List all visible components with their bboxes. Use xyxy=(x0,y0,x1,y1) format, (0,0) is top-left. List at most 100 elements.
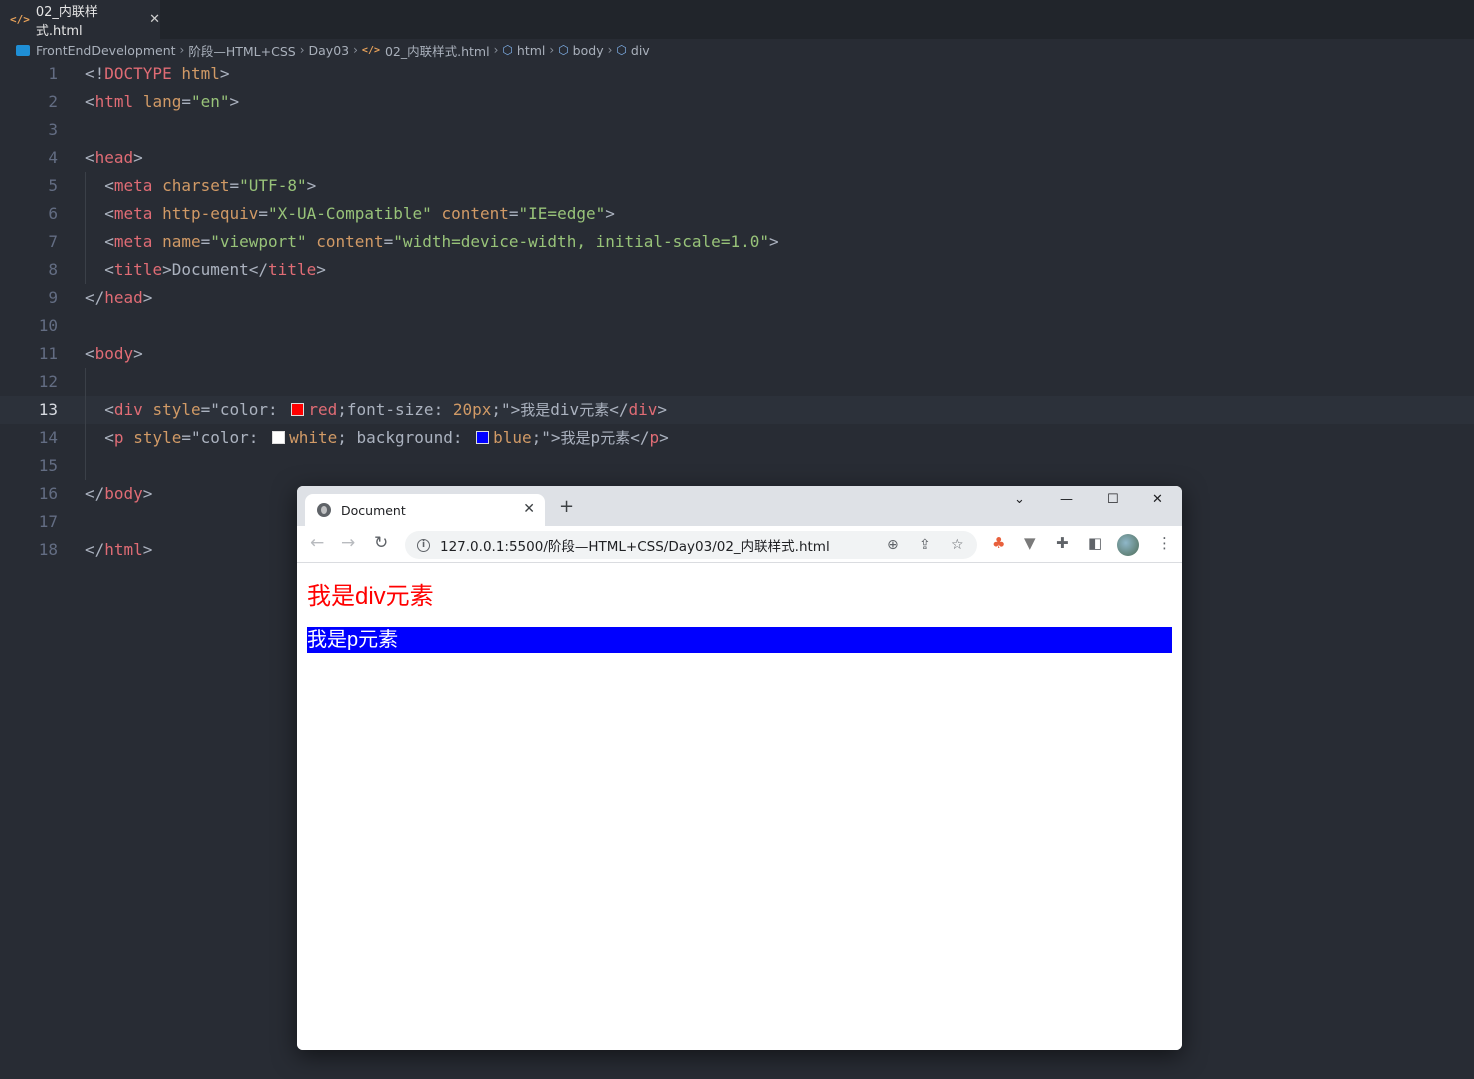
new-tab-button[interactable]: + xyxy=(559,498,574,516)
line-number: 6 xyxy=(48,204,58,223)
code-line[interactable]: 5 <meta charset="UTF-8"> xyxy=(0,172,1474,200)
code-line[interactable]: 1 <!DOCTYPE html> xyxy=(0,60,1474,88)
code-line[interactable]: 2 <html lang="en"> xyxy=(0,88,1474,116)
side-panel-icon[interactable]: ◧ xyxy=(1088,535,1102,551)
maximize-button[interactable]: ☐ xyxy=(1107,492,1119,507)
page-viewport: 我是div元素 我是p元素 xyxy=(297,564,1182,1050)
url-text: 127.0.0.1:5500/阶段—HTML+CSS/Day03/02_内联样式… xyxy=(440,539,830,555)
close-tab-icon[interactable]: ✕ xyxy=(523,501,535,517)
code-text: <div style="color: red;font-size: 20px;"… xyxy=(104,400,668,419)
code-line[interactable]: 11 <body> xyxy=(0,340,1474,368)
breadcrumb-item[interactable]: FrontEndDevelopment xyxy=(36,43,176,58)
html-file-icon: </> xyxy=(361,44,380,56)
browser-tab[interactable]: Document ✕ xyxy=(305,494,545,526)
code-text: <meta charset="UTF-8"> xyxy=(104,176,317,195)
line-number: 11 xyxy=(38,344,58,363)
line-number: 18 xyxy=(38,540,58,559)
back-button[interactable]: ← xyxy=(310,534,324,552)
code-line[interactable]: 8 <title>Document</title> xyxy=(0,256,1474,284)
code-line[interactable]: 14 <p style="color: white; background: b… xyxy=(0,424,1474,452)
breadcrumb-item[interactable]: div xyxy=(631,43,650,58)
element-icon: ⬡ xyxy=(502,43,513,57)
bookmark-star-icon[interactable]: ☆ xyxy=(951,537,964,553)
chevron-right-icon: › xyxy=(299,43,305,57)
editor-tab[interactable]: </> 02_内联样式.html ✕ xyxy=(0,0,160,39)
browser-tab-title: Document xyxy=(341,502,406,518)
code-text: <meta name="viewport" content="width=dev… xyxy=(104,232,779,251)
line-number: 9 xyxy=(48,288,58,307)
forward-button[interactable]: → xyxy=(341,534,355,552)
color-swatch[interactable] xyxy=(476,431,490,444)
code-line[interactable]: 7 <meta name="viewport" content="width=d… xyxy=(0,228,1474,256)
reload-button[interactable]: ↻ xyxy=(374,534,388,552)
line-number: 5 xyxy=(48,176,58,195)
folder-icon xyxy=(16,44,30,56)
code-line[interactable]: 12 xyxy=(0,368,1474,396)
color-swatch[interactable] xyxy=(291,403,305,416)
code-line[interactable]: 3 xyxy=(0,116,1474,144)
line-number: 14 xyxy=(38,428,58,447)
code-text: </head> xyxy=(85,288,153,307)
vue-devtools-icon[interactable]: ▼ xyxy=(1024,535,1036,551)
code-line[interactable]: 15 xyxy=(0,452,1474,480)
close-icon[interactable]: ✕ xyxy=(149,12,160,27)
breadcrumb-item[interactable]: html xyxy=(517,43,545,58)
line-number: 15 xyxy=(38,456,58,475)
more-menu-icon[interactable]: ⋮ xyxy=(1157,535,1172,551)
line-number: 12 xyxy=(38,372,58,391)
line-number: 4 xyxy=(48,148,58,167)
code-text: <html lang="en"> xyxy=(85,92,240,111)
element-icon: ⬡ xyxy=(558,43,569,57)
line-number: 8 xyxy=(48,260,58,279)
line-number: 2 xyxy=(48,92,58,111)
zoom-icon[interactable]: ⊕ xyxy=(887,537,899,553)
breadcrumb-item[interactable]: 阶段—HTML+CSS xyxy=(188,41,295,60)
html-file-icon: </> xyxy=(10,13,30,26)
extension-icon[interactable]: ♣ xyxy=(992,535,1005,551)
info-icon[interactable]: i xyxy=(417,538,430,552)
breadcrumb-item[interactable]: body xyxy=(573,43,604,58)
indent-guide xyxy=(85,368,86,396)
chevron-right-icon: › xyxy=(493,43,499,57)
breadcrumb-item[interactable]: Day03 xyxy=(309,43,350,58)
line-number: 13 xyxy=(38,400,58,419)
chevron-right-icon: › xyxy=(179,43,185,57)
puzzle-extensions-icon[interactable]: ✚ xyxy=(1056,535,1069,551)
line-number: 10 xyxy=(38,316,58,335)
line-number: 17 xyxy=(38,512,58,531)
p-element: 我是p元素 xyxy=(307,627,1172,653)
close-window-button[interactable]: ✕ xyxy=(1152,492,1163,507)
code-line[interactable]: 9 </head> xyxy=(0,284,1474,312)
code-line[interactable]: 6 <meta http-equiv="X-UA-Compatible" con… xyxy=(0,200,1474,228)
tab-search-icon[interactable]: ⌄ xyxy=(1014,492,1025,507)
indent-guide xyxy=(85,452,86,480)
code-text: <p style="color: white; background: blue… xyxy=(104,428,669,447)
line-number: 1 xyxy=(48,64,58,83)
address-bar[interactable]: i 127.0.0.1:5500/阶段—HTML+CSS/Day03/02_内联… xyxy=(405,531,977,559)
code-line-current[interactable]: 13 <div style="color: red;font-size: 20p… xyxy=(0,396,1474,424)
code-line[interactable]: 4 <head> xyxy=(0,144,1474,172)
code-text: <title>Document</title> xyxy=(104,260,326,279)
chevron-right-icon: › xyxy=(549,43,555,57)
editor-tab-bar: </> 02_内联样式.html ✕ xyxy=(0,0,1474,39)
div-element: 我是div元素 xyxy=(307,583,434,610)
breadcrumb-item[interactable]: 02_内联样式.html xyxy=(385,41,490,60)
minimize-button[interactable]: — xyxy=(1060,492,1073,507)
breadcrumb: FrontEndDevelopment › 阶段—HTML+CSS › Day0… xyxy=(0,39,1474,61)
code-text: <!DOCTYPE html> xyxy=(85,64,230,83)
line-number: 3 xyxy=(48,120,58,139)
element-icon: ⬡ xyxy=(616,43,627,57)
color-swatch[interactable] xyxy=(272,431,286,444)
editor-tab-label: 02_内联样式.html xyxy=(35,4,98,39)
line-number: 7 xyxy=(48,232,58,251)
browser-tab-strip: Document ✕ + ⌄ — ☐ ✕ xyxy=(297,486,1182,526)
avatar[interactable] xyxy=(1117,534,1139,556)
code-text: <meta http-equiv="X-UA-Compatible" conte… xyxy=(104,204,615,223)
code-line[interactable]: 10 xyxy=(0,312,1474,340)
code-text: <body> xyxy=(85,344,143,363)
share-icon[interactable]: ⇪ xyxy=(919,537,931,553)
browser-window: Document ✕ + ⌄ — ☐ ✕ ← → ↻ i 127.0.0.1:5… xyxy=(297,486,1182,1050)
line-number: 16 xyxy=(38,484,58,503)
code-text: </html> xyxy=(85,540,153,559)
chevron-right-icon: › xyxy=(607,43,613,57)
